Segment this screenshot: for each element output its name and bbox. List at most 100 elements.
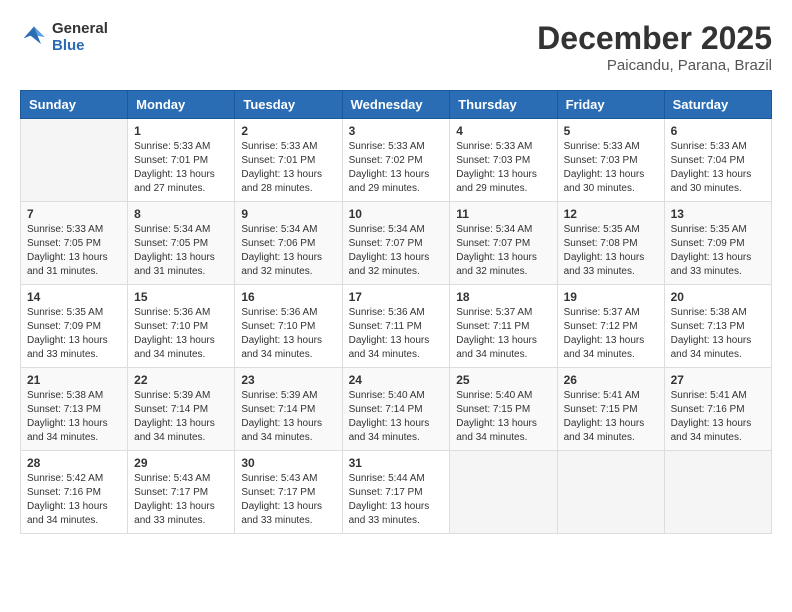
day-info: Sunrise: 5:33 AM Sunset: 7:03 PM Dayligh…	[564, 140, 658, 196]
calendar-day-cell: 26Sunrise: 5:41 AM Sunset: 7:15 PM Dayli…	[557, 368, 664, 451]
day-info: Sunrise: 5:33 AM Sunset: 7:05 PM Dayligh…	[27, 223, 121, 279]
calendar-day-cell: 14Sunrise: 5:35 AM Sunset: 7:09 PM Dayli…	[21, 285, 128, 368]
day-number: 5	[564, 124, 658, 138]
logo: General Blue	[20, 20, 108, 54]
day-number: 15	[134, 290, 228, 304]
calendar-day-cell: 17Sunrise: 5:36 AM Sunset: 7:11 PM Dayli…	[342, 285, 450, 368]
day-number: 17	[349, 290, 444, 304]
day-info: Sunrise: 5:35 AM Sunset: 7:09 PM Dayligh…	[27, 306, 121, 362]
calendar-day-cell: 8Sunrise: 5:34 AM Sunset: 7:05 PM Daylig…	[128, 202, 235, 285]
day-number: 16	[241, 290, 335, 304]
calendar-day-cell: 28 Sunrise: 5:42 AM Sunset: 7:16 PM Dayli…	[21, 451, 128, 534]
day-number: 20	[671, 290, 765, 304]
calendar-day-cell: 4 Sunrise: 5:33 AM Sunset: 7:03 PM Daylig…	[450, 119, 557, 202]
day-number: 22	[134, 373, 228, 387]
day-info: Sunrise: 5:34 AM Sunset: 7:07 PM Dayligh…	[349, 223, 444, 279]
day-number: 2	[241, 124, 335, 138]
calendar-day-cell	[450, 451, 557, 534]
weekday-header: Tuesday	[235, 91, 342, 119]
calendar-header-row: SundayMondayTuesdayWednesdayThursdayFrid…	[21, 91, 772, 119]
day-info: Sunrise: 5:33 AM Sunset: 7:01 PM Dayligh…	[241, 140, 335, 196]
calendar-day-cell: 1Sunrise: 5:33 AM Sunset: 7:01 PM Daylig…	[128, 119, 235, 202]
day-info: Sunrise: 5:36 AM Sunset: 7:10 PM Dayligh…	[134, 306, 228, 362]
day-number: 10	[349, 207, 444, 221]
page-header: General Blue December 2025 Paicandu, Par…	[20, 20, 772, 74]
day-info: Sunrise: 5:41 AM Sunset: 7:16 PM Dayligh…	[671, 389, 765, 445]
calendar-day-cell: 31 Sunrise: 5:44 AM Sunset: 7:17 PM Dayli…	[342, 451, 450, 534]
calendar-day-cell: 6 Sunrise: 5:33 AM Sunset: 7:04 PM Daylig…	[664, 119, 771, 202]
calendar-day-cell: 16 Sunrise: 5:36 AM Sunset: 7:10 PM Dayli…	[235, 285, 342, 368]
day-number: 23	[241, 373, 335, 387]
calendar-body: 1Sunrise: 5:33 AM Sunset: 7:01 PM Daylig…	[21, 119, 772, 534]
day-info: Sunrise: 5:36 AM Sunset: 7:10 PM Dayligh…	[241, 306, 335, 362]
day-number: 25	[456, 373, 550, 387]
day-number: 18	[456, 290, 550, 304]
day-number: 30	[241, 456, 335, 470]
calendar-week-row: 1Sunrise: 5:33 AM Sunset: 7:01 PM Daylig…	[21, 119, 772, 202]
day-number: 24	[349, 373, 444, 387]
day-info: Sunrise: 5:35 AM Sunset: 7:08 PM Dayligh…	[564, 223, 658, 279]
month-title: December 2025	[537, 20, 772, 57]
day-info: Sunrise: 5:33 AM Sunset: 7:03 PM Dayligh…	[456, 140, 550, 196]
day-number: 9	[241, 207, 335, 221]
calendar-day-cell: 15 Sunrise: 5:36 AM Sunset: 7:10 PM Dayli…	[128, 285, 235, 368]
day-number: 27	[671, 373, 765, 387]
day-number: 8	[134, 207, 228, 221]
day-number: 7	[27, 207, 121, 221]
day-number: 28	[27, 456, 121, 470]
day-info: Sunrise: 5:42 AM Sunset: 7:16 PM Dayligh…	[27, 472, 121, 528]
day-info: Sunrise: 5:33 AM Sunset: 7:04 PM Dayligh…	[671, 140, 765, 196]
day-info: Sunrise: 5:40 AM Sunset: 7:14 PM Dayligh…	[349, 389, 444, 445]
day-info: Sunrise: 5:39 AM Sunset: 7:14 PM Dayligh…	[134, 389, 228, 445]
day-number: 29	[134, 456, 228, 470]
calendar-day-cell: 12Sunrise: 5:35 AM Sunset: 7:08 PM Dayli…	[557, 202, 664, 285]
calendar-week-row: 14Sunrise: 5:35 AM Sunset: 7:09 PM Dayli…	[21, 285, 772, 368]
calendar-day-cell: 3 Sunrise: 5:33 AM Sunset: 7:02 PM Daylig…	[342, 119, 450, 202]
weekday-header: Sunday	[21, 91, 128, 119]
day-info: Sunrise: 5:34 AM Sunset: 7:06 PM Dayligh…	[241, 223, 335, 279]
calendar-day-cell	[664, 451, 771, 534]
calendar-day-cell: 21 Sunrise: 5:38 AM Sunset: 7:13 PM Dayli…	[21, 368, 128, 451]
day-info: Sunrise: 5:43 AM Sunset: 7:17 PM Dayligh…	[134, 472, 228, 528]
day-number: 31	[349, 456, 444, 470]
logo-text: General Blue	[52, 20, 108, 54]
title-block: December 2025 Paicandu, Parana, Brazil	[537, 20, 772, 74]
day-number: 21	[27, 373, 121, 387]
calendar-day-cell: 11 Sunrise: 5:34 AM Sunset: 7:07 PM Dayli…	[450, 202, 557, 285]
calendar-day-cell: 25 Sunrise: 5:40 AM Sunset: 7:15 PM Dayli…	[450, 368, 557, 451]
calendar-day-cell: 7 Sunrise: 5:33 AM Sunset: 7:05 PM Daylig…	[21, 202, 128, 285]
day-info: Sunrise: 5:38 AM Sunset: 7:13 PM Dayligh…	[27, 389, 121, 445]
calendar-day-cell: 24 Sunrise: 5:40 AM Sunset: 7:14 PM Dayli…	[342, 368, 450, 451]
day-info: Sunrise: 5:33 AM Sunset: 7:02 PM Dayligh…	[349, 140, 444, 196]
weekday-header: Friday	[557, 91, 664, 119]
day-info: Sunrise: 5:34 AM Sunset: 7:07 PM Dayligh…	[456, 223, 550, 279]
calendar-week-row: 21 Sunrise: 5:38 AM Sunset: 7:13 PM Dayli…	[21, 368, 772, 451]
day-info: Sunrise: 5:41 AM Sunset: 7:15 PM Dayligh…	[564, 389, 658, 445]
calendar-day-cell: 5 Sunrise: 5:33 AM Sunset: 7:03 PM Daylig…	[557, 119, 664, 202]
calendar-day-cell: 10 Sunrise: 5:34 AM Sunset: 7:07 PM Dayli…	[342, 202, 450, 285]
calendar-day-cell: 19 Sunrise: 5:37 AM Sunset: 7:12 PM Dayli…	[557, 285, 664, 368]
calendar-day-cell	[21, 119, 128, 202]
weekday-header: Wednesday	[342, 91, 450, 119]
day-info: Sunrise: 5:39 AM Sunset: 7:14 PM Dayligh…	[241, 389, 335, 445]
day-info: Sunrise: 5:37 AM Sunset: 7:11 PM Dayligh…	[456, 306, 550, 362]
day-number: 6	[671, 124, 765, 138]
day-info: Sunrise: 5:33 AM Sunset: 7:01 PM Dayligh…	[134, 140, 228, 196]
calendar-day-cell: 27 Sunrise: 5:41 AM Sunset: 7:16 PM Dayli…	[664, 368, 771, 451]
calendar-day-cell: 20 Sunrise: 5:38 AM Sunset: 7:13 PM Dayli…	[664, 285, 771, 368]
calendar-table: SundayMondayTuesdayWednesdayThursdayFrid…	[20, 90, 772, 534]
day-number: 3	[349, 124, 444, 138]
day-number: 19	[564, 290, 658, 304]
day-info: Sunrise: 5:35 AM Sunset: 7:09 PM Dayligh…	[671, 223, 765, 279]
day-info: Sunrise: 5:44 AM Sunset: 7:17 PM Dayligh…	[349, 472, 444, 528]
calendar-day-cell: 18 Sunrise: 5:37 AM Sunset: 7:11 PM Dayli…	[450, 285, 557, 368]
day-number: 4	[456, 124, 550, 138]
day-number: 11	[456, 207, 550, 221]
day-info: Sunrise: 5:40 AM Sunset: 7:15 PM Dayligh…	[456, 389, 550, 445]
day-info: Sunrise: 5:38 AM Sunset: 7:13 PM Dayligh…	[671, 306, 765, 362]
calendar-day-cell: 23 Sunrise: 5:39 AM Sunset: 7:14 PM Dayli…	[235, 368, 342, 451]
day-info: Sunrise: 5:37 AM Sunset: 7:12 PM Dayligh…	[564, 306, 658, 362]
calendar-day-cell: 13Sunrise: 5:35 AM Sunset: 7:09 PM Dayli…	[664, 202, 771, 285]
calendar-week-row: 28 Sunrise: 5:42 AM Sunset: 7:16 PM Dayli…	[21, 451, 772, 534]
calendar-day-cell: 30Sunrise: 5:43 AM Sunset: 7:17 PM Dayli…	[235, 451, 342, 534]
